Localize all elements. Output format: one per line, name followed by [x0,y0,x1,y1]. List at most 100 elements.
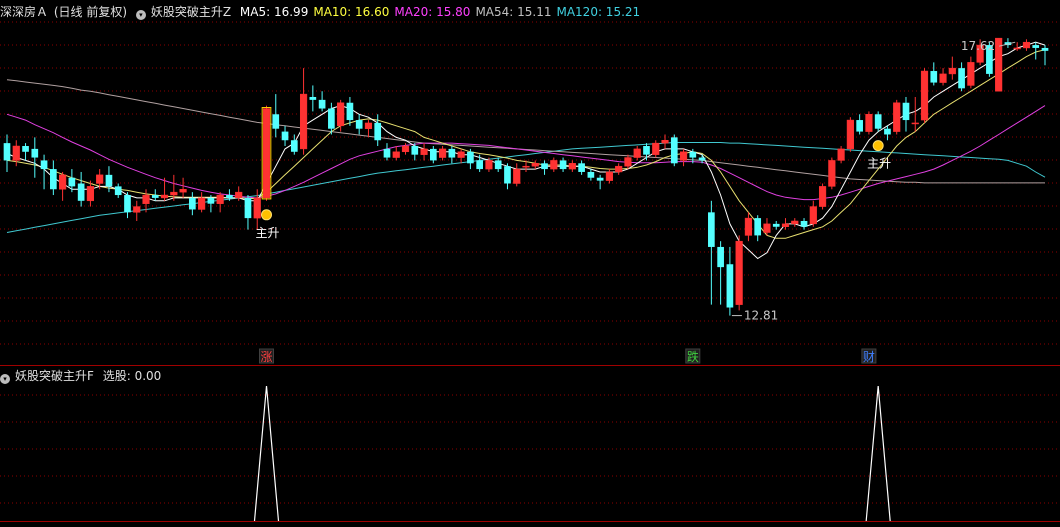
candle-body-down [309,96,317,100]
signal-spike [865,385,891,522]
candle-body-up [763,223,771,233]
candle-body-down [318,99,326,109]
candle-body-up [948,67,956,75]
candle-body-down [494,160,502,170]
candle-body-up [735,240,743,305]
candle-body-down [670,137,678,164]
candle-body-down [290,140,298,152]
candle-body-down [559,160,567,170]
candle-body-down [346,102,354,121]
candle-body-down [1032,45,1040,48]
period-label[interactable]: (日线 前复权) [54,5,127,19]
sub-chart [253,385,891,522]
candle-body-up [615,165,623,173]
indicator-name[interactable]: 妖股突破主升Z [151,5,231,19]
candle-body-up [299,93,308,150]
event-tag-label: 财 [863,350,875,364]
event-tag-label: 跌 [687,349,699,364]
candle-body-up [160,194,169,199]
ma-legend-item: MA54: 15.11 [475,5,552,19]
ma-legend-item: MA20: 15.80 [394,5,471,19]
candle-body-down [151,195,159,198]
candle-body-down [689,151,697,158]
candle-body-down [114,186,122,196]
candle-body-up [198,197,206,210]
candle-body-up [911,122,919,125]
signal-spike [253,385,280,522]
candle-body-down [1041,47,1049,51]
high-label: 17.62 [961,39,995,53]
candle-body-down [355,120,363,129]
candle-body-up [1022,41,1031,49]
candle-body-up [846,119,854,150]
candle-body-up [337,102,345,127]
moving-average-lines [6,41,1046,260]
candle-body-up [624,157,632,167]
candle-body-up [142,194,150,204]
candle-body-up [392,151,400,158]
candle-body-up [568,163,576,170]
candle-body-down [902,102,910,121]
candle-body-up [401,145,410,153]
stock-name[interactable]: 深深房Ａ [0,5,48,19]
low-label: 12.81 [744,309,778,323]
candle-body-down [189,197,196,210]
candle-body-up [364,122,373,129]
candle-body-up [920,70,929,121]
candle-body-up [86,186,94,202]
signal-coin [872,140,884,152]
candle-body-up [865,114,873,132]
candle-body-down [772,223,780,227]
candle-body-down [448,148,456,158]
candlesticks [3,37,1049,316]
candle-body-down [22,146,29,152]
candle-body-down [726,264,734,308]
candle-body-up [893,102,901,132]
candle-body-up [679,151,688,161]
candle-body-down [68,177,76,187]
candle-body-up [12,145,20,161]
candle-body-up [661,139,669,144]
candle-body-up [59,174,67,190]
candle-body-up [253,197,261,219]
candle-body-down [467,151,474,164]
candle-body-up [457,151,465,158]
candle-body-down [930,71,938,83]
candle-body-up [791,220,799,225]
kline-chart: 主升主升17.6212.81涨跌财 [0,21,1060,522]
candle-body-down [708,212,715,247]
candle-body-down [874,114,882,129]
candle-body-up [939,73,947,83]
candle-body-up [420,148,428,155]
sub-indicator-value: 选股: 0.00 [102,369,162,383]
candle-body-up [809,206,817,225]
candle-body-down [587,171,595,178]
signal-coin [261,209,272,221]
candle-body-up [439,148,447,158]
candle-body-up [633,148,641,158]
candle-body-down [958,68,965,89]
sub-chart-header: ▾ 妖股突破主升F 选股: 0.00 [0,368,166,384]
candle-body-down [124,195,131,213]
candle-body-up [652,142,660,155]
candle-body-up [744,217,753,236]
ma-legend-item: MA5: 16.99 [239,5,309,19]
sub-indicator-dropdown-icon[interactable]: ▾ [0,374,10,384]
signal-label: 主升 [255,226,279,240]
candle-body-up [96,174,104,184]
candle-body-down [717,246,724,268]
candle-body-down [207,197,215,204]
event-tag-label: 涨 [260,349,272,364]
candle-body-down [884,128,891,135]
grid-lines [0,21,1060,522]
candle-body-down [40,160,48,170]
candle-body-down [50,169,57,190]
candle-body-up [485,160,493,170]
candle-body-up [837,148,845,161]
candle-body-up [1013,47,1021,50]
candle-body-down [643,146,650,155]
sub-indicator-name[interactable]: 妖股突破主升F [15,369,94,383]
candle-body-down [31,148,39,158]
indicator-dropdown-icon[interactable]: ▾ [135,10,146,20]
ma-legend-item: MA120: 15.21 [556,5,641,19]
